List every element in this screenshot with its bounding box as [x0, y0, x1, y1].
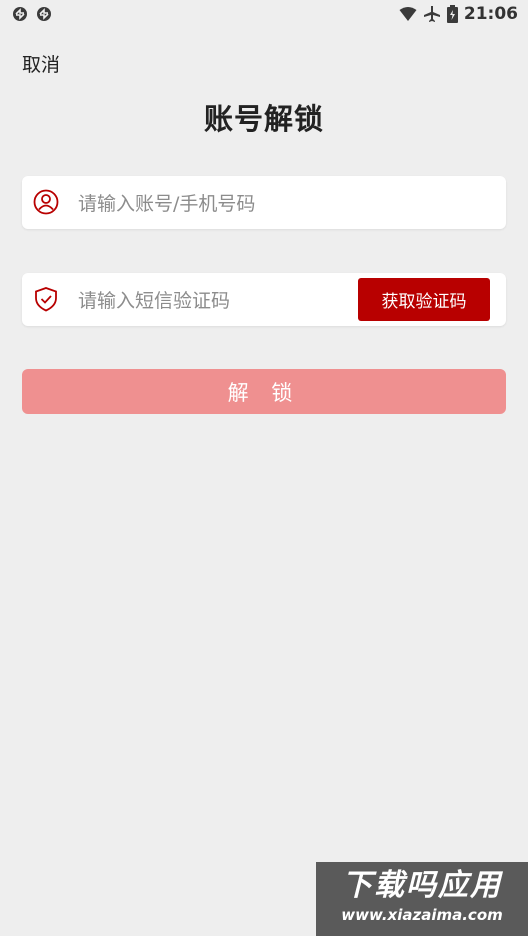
sms-code-field: 获取验证码 [22, 273, 506, 328]
watermark-url: www.xiazaima.com [341, 906, 503, 924]
sync-icon [37, 7, 51, 21]
shield-check-icon [35, 287, 57, 312]
sync-icon [13, 7, 27, 21]
battery-icon [446, 5, 458, 23]
status-time: 21:06 [463, 4, 518, 24]
watermark-title: 下载吗应用 [342, 868, 502, 903]
status-bar: 21:06 [0, 0, 528, 28]
get-code-button[interactable]: 获取验证码 [358, 278, 490, 321]
user-icon [33, 189, 59, 215]
cancel-button[interactable]: 取消 [22, 50, 60, 77]
airplane-icon [423, 6, 440, 22]
page-title: 账号解锁 [203, 102, 324, 136]
watermark: 下载吗应用 www.xiazaima.com [316, 862, 528, 936]
unlock-button[interactable]: 解 锁 [22, 369, 506, 414]
account-input[interactable] [76, 176, 490, 231]
sms-code-input[interactable] [76, 273, 350, 328]
status-left-icons [12, 6, 52, 22]
status-right-icons: 21:06 [399, 4, 518, 24]
account-field [22, 176, 506, 231]
wifi-icon [399, 7, 417, 21]
